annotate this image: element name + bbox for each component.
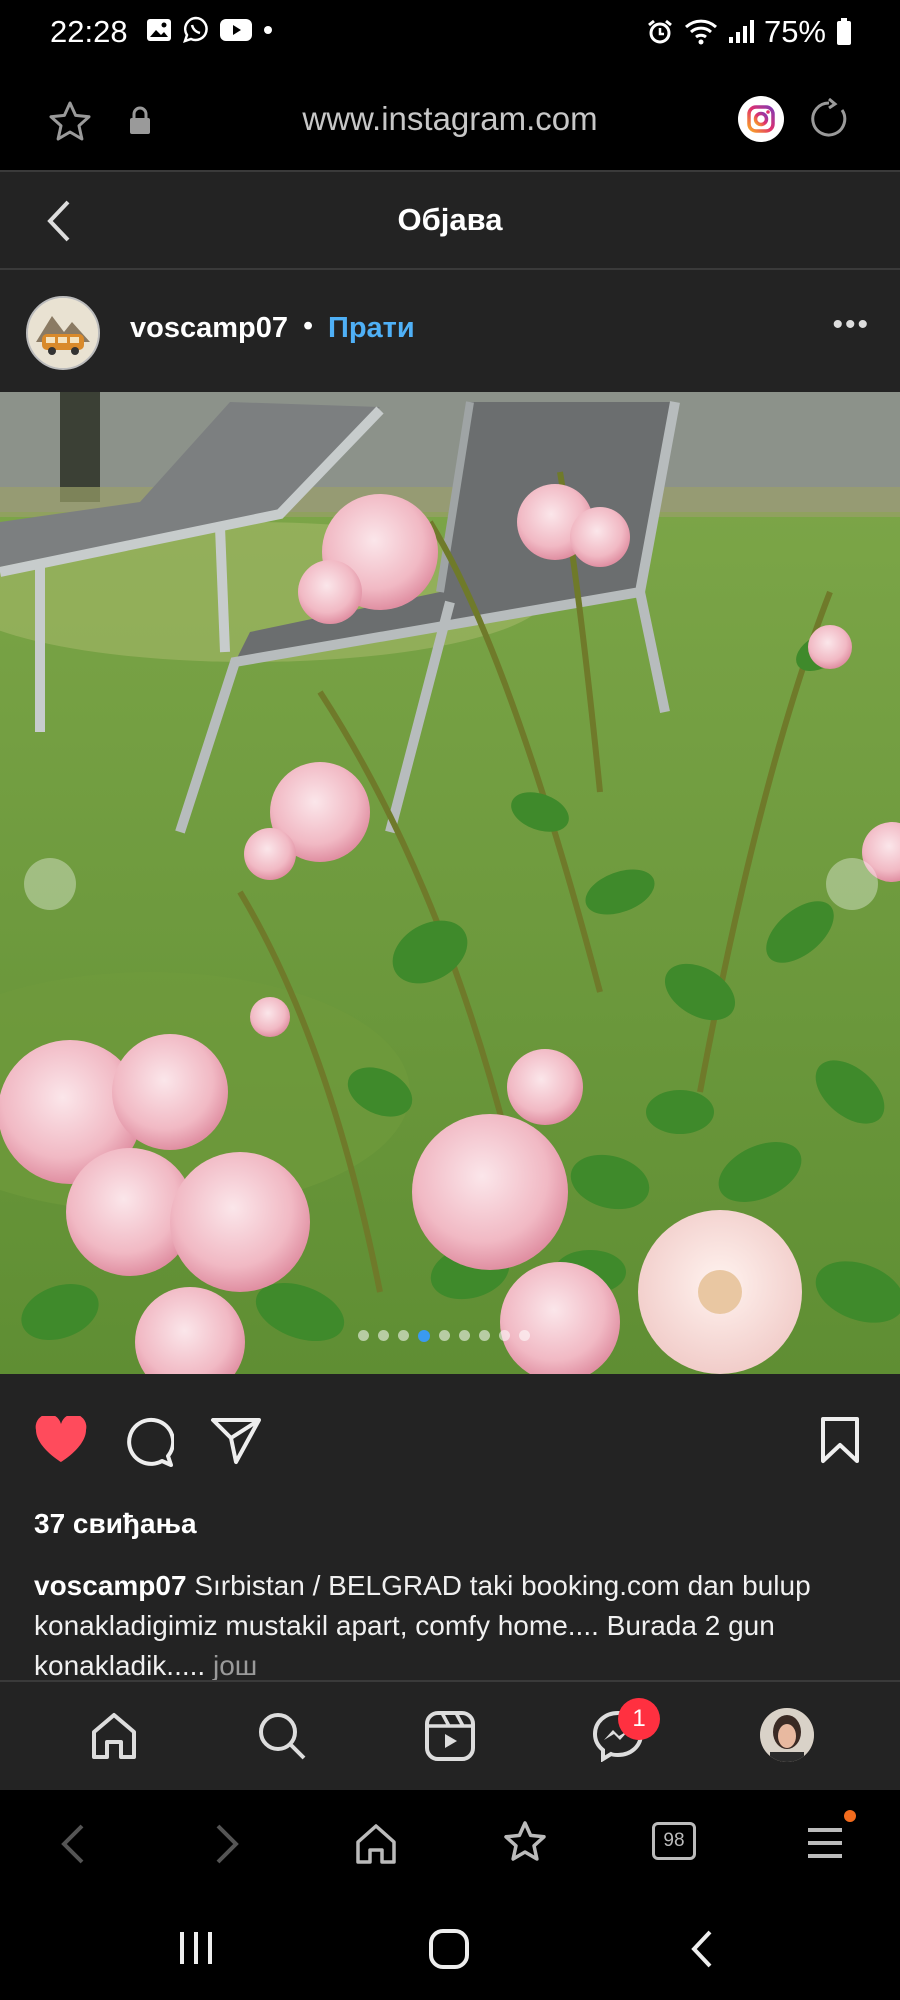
follow-button[interactable]: Прати: [328, 312, 415, 345]
status-time: 22:28: [50, 14, 128, 49]
previous-image-button[interactable]: [24, 858, 76, 910]
instagram-logo-icon: [747, 105, 775, 133]
comment-icon[interactable]: [122, 1416, 174, 1468]
post-page-header: Објава: [0, 172, 900, 270]
share-send-icon[interactable]: [210, 1416, 262, 1466]
page-title: Објава: [397, 202, 503, 237]
browser-back-icon[interactable]: [58, 1822, 88, 1866]
profile-avatar[interactable]: [760, 1708, 814, 1762]
dot-icon: [264, 26, 272, 34]
caption-username[interactable]: voscamp07: [34, 1570, 187, 1601]
browser-bottom-toolbar: 98: [0, 1790, 900, 1894]
likes-count[interactable]: 37 свиђања: [34, 1508, 197, 1540]
instagram-app-icon[interactable]: [738, 96, 784, 142]
carousel-dot: [519, 1330, 530, 1341]
signal-icon: [728, 20, 754, 43]
save-bookmark-icon[interactable]: [820, 1416, 860, 1464]
notification-icons: [146, 16, 274, 44]
system-home-icon[interactable]: [428, 1928, 470, 1970]
system-back-icon[interactable]: [686, 1928, 716, 1970]
carousel-dot: [499, 1330, 510, 1341]
carousel-dot: [398, 1330, 409, 1341]
home-icon[interactable]: [88, 1710, 140, 1762]
status-bar: 22:28 75%: [0, 0, 900, 64]
carousel-dot: [358, 1330, 369, 1341]
next-image-button[interactable]: [826, 858, 878, 910]
caption-more-link[interactable]: још: [213, 1650, 257, 1681]
gallery-icon: [147, 19, 171, 41]
author-avatar[interactable]: [26, 296, 100, 370]
messages-badge: 1: [618, 1698, 660, 1740]
author-username[interactable]: voscamp07: [130, 312, 288, 345]
search-icon[interactable]: [256, 1710, 308, 1762]
carousel-indicator: [358, 1330, 530, 1342]
garden-roses-photo: [0, 392, 900, 1374]
browser-address-bar: www.instagram.com: [0, 64, 900, 172]
wifi-icon: [684, 19, 717, 45]
reload-icon[interactable]: [808, 98, 850, 140]
recent-apps-icon[interactable]: [176, 1930, 216, 1966]
battery-percent: 75%: [763, 14, 826, 49]
carousel-dot: [418, 1330, 430, 1342]
battery-icon: [837, 18, 851, 45]
carousel-dot: [459, 1330, 470, 1341]
menu-notification-dot: [844, 1810, 856, 1822]
carousel-dot: [479, 1330, 490, 1341]
menu-icon[interactable]: [806, 1826, 844, 1860]
alarm-icon: [648, 19, 672, 44]
profile-photo-icon: [760, 1708, 814, 1762]
camper-van-logo-icon: [28, 298, 98, 368]
post-caption: voscamp07 Sırbistan / BELGRAD taki booki…: [34, 1566, 874, 1686]
system-navigation-bar: [0, 1894, 900, 2000]
youtube-icon: [220, 19, 252, 41]
tabs-button[interactable]: 98: [652, 1822, 696, 1860]
carousel-dot: [378, 1330, 389, 1341]
post-author-row: voscamp07 • Прати •••: [0, 270, 900, 392]
browser-home-icon[interactable]: [354, 1822, 398, 1866]
like-heart-icon[interactable]: [34, 1416, 88, 1464]
more-options-button[interactable]: •••: [832, 308, 870, 342]
reels-icon[interactable]: [424, 1710, 476, 1762]
viber-icon: [183, 16, 208, 43]
carousel-dot: [439, 1330, 450, 1341]
browser-forward-icon[interactable]: [212, 1822, 242, 1866]
instagram-bottom-nav: [0, 1680, 900, 1792]
separator-dot: •: [303, 310, 314, 342]
post-actions-panel: 37 свиђања voscamp07 Sırbistan / BELGRAD…: [0, 1374, 900, 1681]
post-image[interactable]: [0, 392, 900, 1374]
status-right: 75%: [646, 14, 852, 50]
bookmarks-star-icon[interactable]: [502, 1820, 548, 1866]
